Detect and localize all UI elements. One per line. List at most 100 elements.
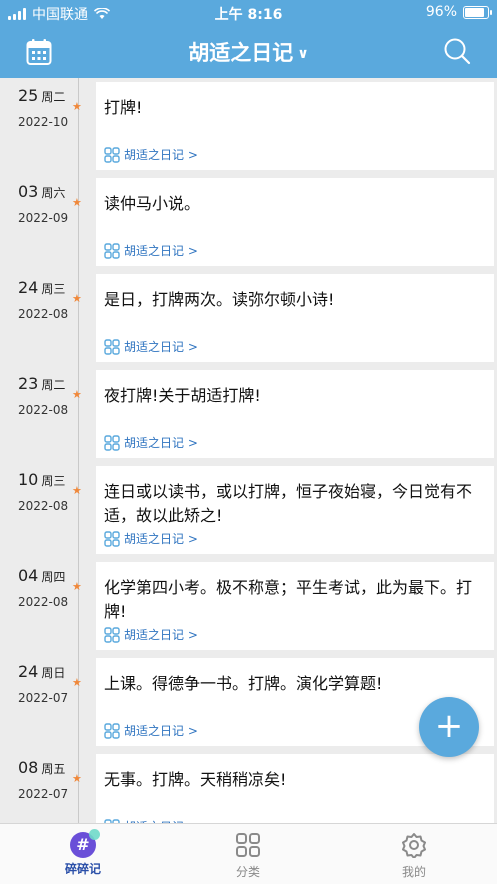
entry-source-link[interactable]: 胡适之日记 >: [104, 626, 198, 643]
entry-day-number: 24: [18, 278, 39, 297]
entry-card[interactable]: 无事。打牌。天稍稍凉矣!胡适之日记 >: [96, 754, 494, 823]
entry-card[interactable]: 读仲马小说。胡适之日记 >: [96, 178, 494, 266]
entry-source-label: 胡适之日记 >: [124, 244, 198, 258]
entry-day-number: 10: [18, 470, 39, 489]
entry-source-label: 胡适之日记 >: [124, 148, 198, 162]
grid-icon: [104, 434, 120, 451]
entry-card[interactable]: 夜打牌!关于胡适打牌! 胡适之日记 >: [96, 370, 494, 458]
tab-mine[interactable]: 我的: [354, 832, 474, 880]
list-item[interactable]: 04 周四 2022-08 ★ 化学第四小考。极不称意；平生考试，此为最下。打牌! 胡适之…: [0, 558, 497, 654]
page-title: 胡适之日记: [188, 41, 294, 65]
grid-icon: [104, 338, 120, 355]
entry-day: 24 周三: [18, 278, 65, 297]
entry-day-number: 23: [18, 374, 39, 393]
entry-source-link[interactable]: 胡适之日记 >: [104, 338, 198, 355]
add-entry-button[interactable]: +: [419, 697, 479, 757]
star-icon: ★: [72, 676, 82, 689]
entry-day: 10 周三: [18, 470, 65, 489]
entry-year-month: 2022-08: [18, 403, 69, 417]
list-item[interactable]: 10 周三 2022-08 ★ 连日或以读书，或以打牌，恒子夜始寝，今日觉有不适，故以此…: [0, 462, 497, 558]
entry-text: 无事。打牌。天稍稍凉矣!: [104, 770, 287, 789]
star-icon: ★: [72, 484, 82, 497]
battery-info: 96%: [425, 4, 492, 20]
search-icon[interactable]: [443, 37, 471, 69]
entry-weekday: 周六: [41, 186, 66, 200]
entry-day: 03 周六: [18, 182, 65, 201]
hash-bubble-icon: #: [70, 829, 100, 858]
tab-categories[interactable]: 分类: [188, 832, 308, 880]
entry-day-number: 24: [18, 662, 39, 681]
grid-icon: [104, 626, 120, 643]
entry-source-link[interactable]: 胡适之日记 >: [104, 242, 198, 259]
entry-source-label: 胡适之日记 >: [124, 532, 198, 546]
entry-source-link[interactable]: 胡适之日记 >: [104, 722, 198, 739]
star-icon: ★: [72, 292, 82, 305]
entry-text: 连日或以读书，或以打牌，恒子夜始寝，今日觉有不适，故以此矫之!: [104, 482, 473, 525]
entry-year-month: 2022-09: [18, 211, 69, 225]
entry-year-month: 2022-08: [18, 307, 69, 321]
status-time: 上午 8:16: [214, 7, 283, 23]
entry-weekday: 周五: [41, 762, 66, 776]
entry-source-label: 胡适之日记 >: [124, 340, 198, 354]
grid-icon: [104, 722, 120, 739]
tab-bar: # 碎碎记 分类 我的: [0, 823, 497, 884]
entry-day: 08 周五: [18, 758, 65, 777]
entry-weekday: 周四: [41, 570, 66, 584]
list-item[interactable]: 03 周六 2022-09 ★ 读仲马小说。胡适之日记 >: [0, 174, 497, 270]
star-icon: ★: [72, 196, 82, 209]
entry-year-month: 2022-08: [18, 499, 69, 513]
entry-source-link[interactable]: 胡适之日记 >: [104, 146, 198, 163]
entry-year-month: 2022-07: [18, 691, 69, 705]
entry-day-number: 03: [18, 182, 39, 201]
entry-text: 打牌!: [104, 98, 143, 117]
entry-card[interactable]: 是日，打牌两次。读弥尔顿小诗! 胡适之日记 >: [96, 274, 494, 362]
star-icon: ★: [72, 772, 82, 785]
grid-icon: [104, 530, 120, 547]
chevron-down-icon: ∨: [297, 46, 309, 62]
tab-categories-label: 分类: [235, 865, 260, 879]
tab-notes-label: 碎碎记: [64, 862, 101, 876]
entry-day: 25 周二: [18, 86, 65, 105]
star-icon: ★: [72, 580, 82, 593]
diary-selector[interactable]: 胡适之日记 ∨: [0, 37, 497, 67]
entry-text: 夜打牌!关于胡适打牌!: [104, 386, 261, 405]
entry-weekday: 周二: [41, 378, 66, 392]
grid-icon: [104, 146, 120, 163]
entry-day-number: 08: [18, 758, 39, 777]
battery-percent: 96%: [425, 4, 457, 20]
entry-text: 化学第四小考。极不称意；平生考试，此为最下。打牌!: [104, 578, 473, 621]
entry-source-link[interactable]: 胡适之日记 >: [104, 530, 198, 547]
entry-source-label: 胡适之日记 >: [124, 724, 198, 738]
list-item[interactable]: 25 周二 2022-10 ★ 打牌! 胡适之日记 >: [0, 78, 497, 174]
entry-card[interactable]: 连日或以读书，或以打牌，恒子夜始寝，今日觉有不适，故以此矫之! 胡适之日记 >: [96, 466, 494, 554]
entry-day-number: 25: [18, 86, 39, 105]
grid-icon: [236, 833, 260, 857]
entry-weekday: 周三: [41, 282, 66, 296]
tab-mine-label: 我的: [401, 865, 426, 879]
entry-day: 24 周日: [18, 662, 65, 681]
entry-card[interactable]: 化学第四小考。极不称意；平生考试，此为最下。打牌! 胡适之日记 >: [96, 562, 494, 650]
entry-card[interactable]: 打牌! 胡适之日记 >: [96, 82, 494, 170]
battery-icon: [463, 5, 492, 19]
entry-day: 23 周二: [18, 374, 65, 393]
list-item[interactable]: 24 周三 2022-08 ★ 是日，打牌两次。读弥尔顿小诗! 胡适之日记 >: [0, 270, 497, 366]
entry-source-label: 胡适之日记 >: [124, 436, 198, 450]
grid-icon: [104, 242, 120, 259]
entry-source-link[interactable]: 胡适之日记 >: [104, 434, 198, 451]
entry-text: 读仲马小说。: [104, 194, 201, 213]
entry-weekday: 周三: [41, 474, 66, 488]
entry-day: 04 周四: [18, 566, 65, 585]
entry-weekday: 周二: [41, 90, 66, 104]
nav-bar: 胡适之日记 ∨: [0, 26, 497, 78]
entry-year-month: 2022-08: [18, 595, 69, 609]
list-item[interactable]: 23 周二 2022-08 ★ 夜打牌!关于胡适打牌! 胡适之日记 >: [0, 366, 497, 462]
star-icon: ★: [72, 100, 82, 113]
list-item[interactable]: 08周五 2022-07★ 无事。打牌。天稍稍凉矣!胡适之日记 >: [0, 750, 497, 823]
status-bar: 中国联通 上午 8:16 96%: [0, 0, 497, 26]
entry-source-label: 胡适之日记 >: [124, 628, 198, 642]
star-icon: ★: [72, 388, 82, 401]
tab-notes[interactable]: # 碎碎记: [23, 829, 143, 877]
entry-weekday: 周日: [41, 666, 66, 680]
entry-year-month: 2022-07: [18, 787, 69, 801]
battery-level: [465, 7, 485, 17]
